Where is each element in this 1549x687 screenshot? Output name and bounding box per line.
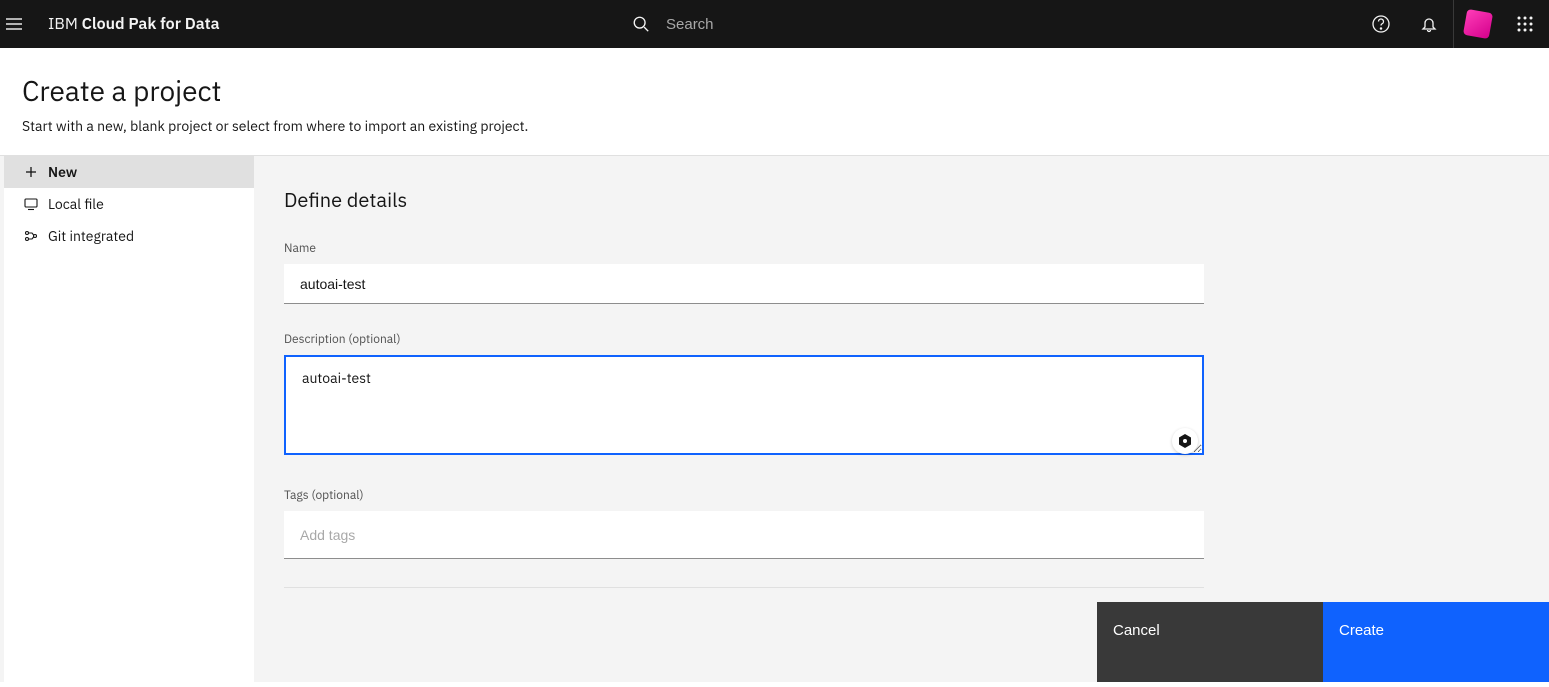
sidebar-item-local-file[interactable]: Local file [4, 188, 254, 220]
field-name: Name [284, 241, 1204, 304]
tags-input[interactable] [284, 511, 1204, 559]
search-icon [632, 15, 650, 33]
sidebar: New Local file Git integrated [4, 156, 254, 682]
name-input[interactable] [284, 264, 1204, 304]
field-description: Description (optional) [284, 332, 1204, 460]
header-actions [1357, 0, 1549, 48]
search-wrap [632, 0, 1066, 48]
page-subtitle: Start with a new, blank project or selec… [22, 117, 1527, 135]
form-heading: Define details [284, 186, 1519, 213]
menu-button[interactable] [0, 0, 48, 48]
tags-label: Tags (optional) [284, 488, 1204, 503]
brand-bold: Cloud Pak for Data [82, 14, 220, 34]
avatar-button[interactable] [1453, 0, 1501, 48]
create-button[interactable]: Create [1323, 602, 1549, 682]
page-header: Create a project Start with a new, blank… [0, 48, 1549, 156]
help-button[interactable] [1357, 0, 1405, 48]
description-label: Description (optional) [284, 332, 1204, 347]
monitor-icon [24, 197, 38, 211]
sidebar-item-git[interactable]: Git integrated [4, 220, 254, 252]
hexagon-icon [1177, 433, 1193, 449]
notifications-button[interactable] [1405, 0, 1453, 48]
assistant-badge[interactable] [1172, 428, 1198, 454]
content-body: New Local file Git integrated Define det… [0, 156, 1549, 682]
app-switcher-button[interactable] [1501, 0, 1549, 48]
hamburger-icon [4, 14, 24, 34]
search-input[interactable] [666, 16, 1066, 33]
divider [284, 587, 1204, 588]
page-title: Create a project [22, 72, 1527, 109]
field-tags: Tags (optional) [284, 488, 1204, 559]
sidebar-item-new[interactable]: New [4, 156, 254, 188]
sidebar-item-label: New [48, 163, 77, 181]
brand-title: IBM Cloud Pak for Data [48, 14, 220, 34]
main-form: Define details Name Description (optiona… [254, 156, 1549, 682]
global-header: IBM Cloud Pak for Data [0, 0, 1549, 48]
sidebar-item-label: Git integrated [48, 227, 134, 245]
grid-icon [1516, 15, 1534, 33]
avatar-icon [1462, 9, 1492, 39]
brand-prefix: IBM [48, 14, 82, 34]
git-icon [24, 229, 38, 243]
cancel-button[interactable]: Cancel [1097, 602, 1323, 682]
plus-icon [24, 165, 38, 179]
help-icon [1371, 14, 1391, 34]
name-label: Name [284, 241, 1204, 256]
footer-buttons: Cancel Create [1097, 602, 1549, 682]
description-input[interactable] [284, 355, 1204, 455]
description-wrap [284, 355, 1204, 460]
sidebar-item-label: Local file [48, 195, 104, 213]
bell-icon [1419, 14, 1439, 34]
